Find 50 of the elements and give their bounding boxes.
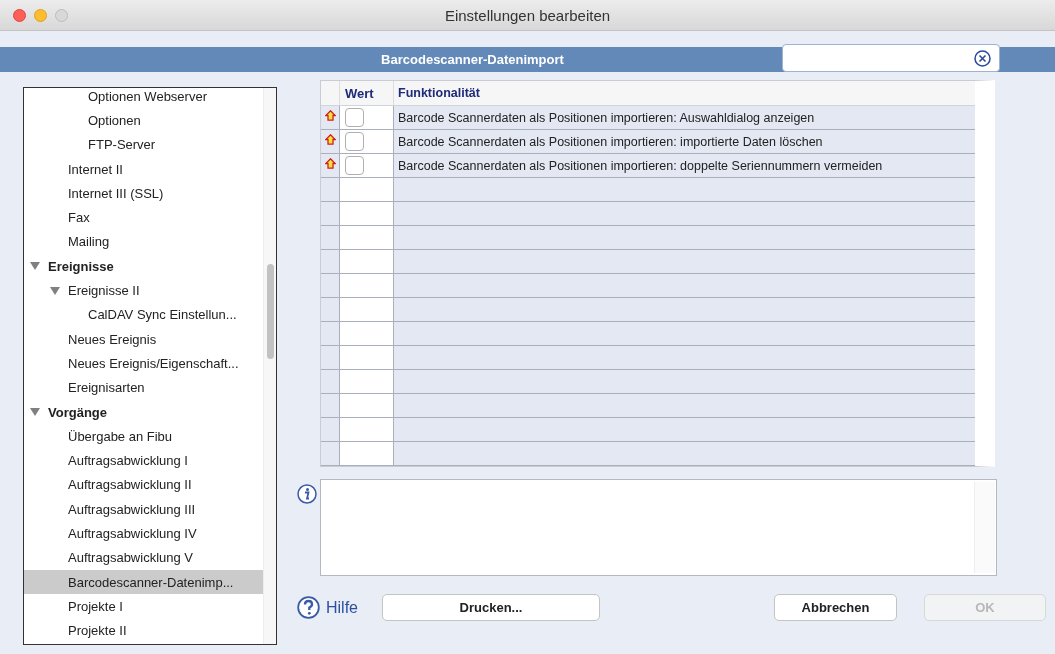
checkbox[interactable]	[345, 132, 364, 151]
print-button[interactable]: Drucken...	[382, 594, 600, 621]
tree-item[interactable]: Optionen	[24, 108, 263, 133]
tree-item[interactable]: Fax	[24, 205, 263, 230]
column-header[interactable]: Wert	[340, 81, 394, 105]
checkbox[interactable]	[345, 108, 364, 127]
help-link[interactable]: Hilfe	[297, 596, 358, 619]
house-arrow-icon	[324, 110, 336, 121]
tree-item[interactable]: Ereignisse	[24, 254, 263, 279]
disclosure-triangle-icon[interactable]	[30, 261, 40, 272]
table-cell: Barcode Scannerdaten als Positionen importieren: Auswahldialog anzeigen	[398, 110, 815, 125]
tree-item[interactable]: Projekte II	[24, 618, 263, 643]
disclosure-triangle-icon[interactable]	[50, 285, 60, 296]
house-arrow-icon	[324, 158, 336, 169]
tree-item[interactable]: FTP-Server	[24, 132, 263, 157]
tree-item[interactable]: Auftragsabwicklung V	[24, 545, 263, 570]
tree-item[interactable]: Auftragsabwicklung IV	[24, 521, 263, 546]
info-icon	[297, 484, 317, 504]
tree-item[interactable]: Internet II	[24, 156, 263, 182]
tree-item[interactable]: Ereignisarten	[24, 375, 263, 400]
section-title: Barcodescanner-Datenimport	[381, 52, 564, 67]
tree-item[interactable]: Barcodescanner-Datenimp...	[24, 569, 263, 595]
tree-item[interactable]: Ereignisse II	[24, 278, 263, 303]
tree-item[interactable]: Neues Ereignis	[24, 326, 263, 352]
close-window-button[interactable]	[13, 9, 26, 22]
column-header[interactable]: Funktionalität	[394, 81, 975, 105]
house-arrow-icon	[324, 134, 336, 145]
clear-icon[interactable]	[974, 49, 991, 67]
tree-item[interactable]: Übergabe an Fibu	[24, 424, 263, 449]
help-icon	[297, 596, 320, 619]
cancel-button[interactable]: Abbrechen	[774, 594, 897, 621]
checkbox[interactable]	[345, 156, 364, 175]
tree-item[interactable]: Mailing	[24, 229, 263, 255]
tree-item[interactable]: Auftragsabwicklung III	[24, 497, 263, 522]
tree-item[interactable]: Internet III (SSL)	[24, 181, 263, 206]
tree-item[interactable]: Auftragsabwicklung I	[24, 448, 263, 473]
tree-item[interactable]: CalDAV Sync Einstellun...	[24, 302, 263, 327]
disclosure-triangle-icon[interactable]	[30, 407, 40, 417]
window-title: Einstellungen bearbeiten	[444, 6, 611, 24]
tree-item[interactable]: Optionen Webserver	[24, 88, 263, 109]
search-field[interactable]	[782, 44, 1000, 72]
zoom-window-button[interactable]	[55, 9, 68, 22]
table-cell: Barcode Scannerdaten als Positionen importieren: doppelte Seriennummern vermeiden	[398, 158, 883, 173]
tree-item[interactable]: Neues Ereignis/Eigenschaft...	[24, 351, 263, 376]
tree-item[interactable]: Auftragsabwicklung II	[24, 472, 263, 498]
tree-item[interactable]: Projekte I	[24, 594, 263, 619]
table-cell: Barcode Scannerdaten als Positionen importieren: importierte Daten löschen	[398, 134, 823, 149]
tree-item[interactable]: Vorgänge	[24, 399, 263, 425]
minimize-window-button[interactable]	[34, 9, 47, 22]
scrollbar-thumb[interactable]	[267, 264, 274, 359]
